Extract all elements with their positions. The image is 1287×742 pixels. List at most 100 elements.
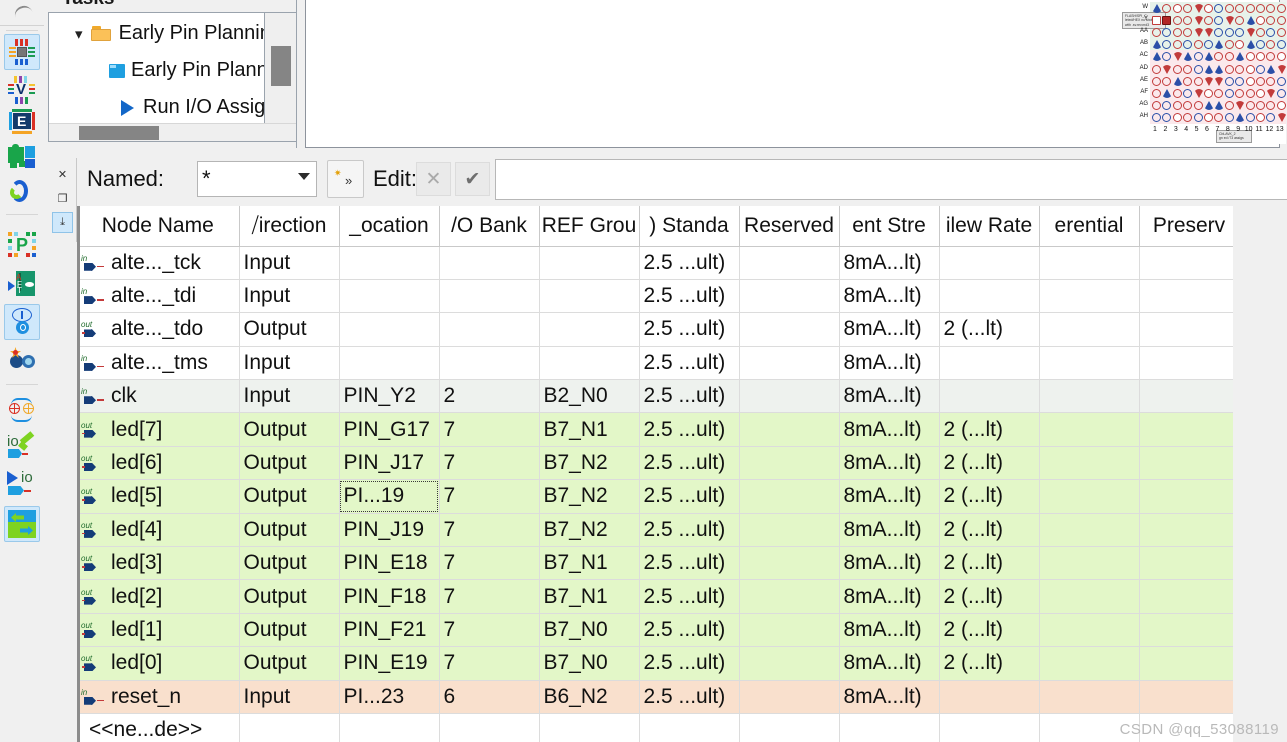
table-header-slew-rate[interactable]: ilew Rate xyxy=(939,206,1040,247)
cell-vref[interactable]: B7_N2 xyxy=(539,479,640,514)
cell-node-name[interactable]: out led[1] xyxy=(77,613,240,648)
cell-io-std[interactable]: 2.5 ...ult) xyxy=(639,446,740,481)
package-pad[interactable] xyxy=(1152,76,1161,86)
cell-node-name[interactable]: in alte..._tms xyxy=(77,346,240,381)
cell-node-name[interactable]: in alte..._tck xyxy=(77,246,240,280)
cell-io-bank[interactable] xyxy=(439,346,540,381)
filter-wildcard-button[interactable]: ✷ » xyxy=(327,160,364,198)
package-pad[interactable] xyxy=(1162,76,1172,86)
cell-preserve[interactable] xyxy=(1139,479,1233,514)
package-pad[interactable] xyxy=(1224,112,1234,122)
cell-slew[interactable]: 2 (...lt) xyxy=(939,513,1040,548)
cell-preserve[interactable] xyxy=(1139,346,1233,381)
cell-location[interactable] xyxy=(339,713,440,742)
package-pad[interactable] xyxy=(1245,112,1255,122)
cell-slew[interactable]: 2 (...lt) xyxy=(939,646,1040,681)
package-pad[interactable] xyxy=(1193,40,1203,50)
table-row[interactable]: in clk Input PIN_Y2 2 B2_N0 2.5 ...ult) 8mA...l… xyxy=(77,379,1233,414)
cell-io-std[interactable] xyxy=(639,713,740,742)
cell-io-bank[interactable]: 6 xyxy=(439,680,540,714)
cell-current[interactable]: 8mA...lt) xyxy=(839,312,940,347)
package-pad[interactable] xyxy=(1172,112,1182,122)
package-pad[interactable] xyxy=(1204,64,1214,74)
table-header-location[interactable]: _ocation xyxy=(339,206,440,247)
cell-preserve[interactable] xyxy=(1139,412,1233,447)
cell-reserved[interactable] xyxy=(739,412,840,447)
cell-io-std[interactable]: 2.5 ...ult) xyxy=(639,579,740,614)
cell-vref[interactable]: B7_N1 xyxy=(539,579,640,614)
panel-splitter[interactable] xyxy=(296,0,304,148)
cell-io-std[interactable]: 2.5 ...ult) xyxy=(639,279,740,314)
table-row[interactable]: out led[6] Output PIN_J17 7 B7_N2 2.5 ...ult) 8… xyxy=(77,446,1233,481)
cell-location[interactable] xyxy=(339,279,440,314)
cell-node-name[interactable]: out led[4] xyxy=(77,513,240,548)
cell-vref[interactable]: B2_N0 xyxy=(539,379,640,414)
rail-item-chip-planner[interactable] xyxy=(4,34,40,70)
table-header-i-o-bank[interactable]: /O Bank xyxy=(439,206,540,247)
cell-diff[interactable] xyxy=(1039,513,1140,548)
package-pad[interactable] xyxy=(1256,64,1265,74)
cell-io-std[interactable]: 2.5 ...ult) xyxy=(639,412,740,447)
cell-vref[interactable]: B7_N2 xyxy=(539,446,640,481)
cell-preserve[interactable] xyxy=(1139,680,1233,714)
package-pad[interactable] xyxy=(1193,112,1203,122)
cell-io-bank[interactable] xyxy=(439,713,540,742)
cell-node-name[interactable]: out led[7] xyxy=(77,412,240,447)
rail-item-export-pin-assignments[interactable] xyxy=(4,506,40,542)
package-pad[interactable] xyxy=(1162,64,1173,74)
package-pad[interactable] xyxy=(1256,88,1265,98)
cell-direction[interactable]: Input xyxy=(239,279,340,314)
cell-slew[interactable] xyxy=(939,713,1040,742)
named-filter-combobox[interactable]: * xyxy=(197,161,317,197)
cell-slew[interactable] xyxy=(939,379,1040,414)
cell-reserved[interactable] xyxy=(739,279,840,314)
cell-slew[interactable]: 2 (...lt) xyxy=(939,579,1040,614)
table-row[interactable]: out led[7] Output PIN_G17 7 B7_N1 2.5 ...ult) 8… xyxy=(77,412,1233,447)
cell-io-std[interactable]: 2.5 ...ult) xyxy=(639,613,740,648)
cell-diff[interactable] xyxy=(1039,379,1140,414)
cell-slew[interactable] xyxy=(939,246,1040,280)
table-header-direction[interactable]: ⧸irection xyxy=(239,206,340,247)
package-pad[interactable] xyxy=(1256,112,1265,122)
cell-slew[interactable] xyxy=(939,680,1040,714)
package-pad[interactable] xyxy=(1224,16,1235,26)
table-header-differential-pair[interactable]: erential xyxy=(1039,206,1140,247)
cell-direction[interactable]: Output xyxy=(239,312,340,347)
cell-vref[interactable]: B7_N1 xyxy=(539,412,640,447)
cell-direction[interactable]: Input xyxy=(239,246,340,280)
edit-cancel-button[interactable]: ✕ xyxy=(416,162,451,196)
all-pins-table[interactable]: Node Name ⧸irection _ocation/O Bank REF Gro… xyxy=(77,206,1233,742)
cell-node-name[interactable]: out led[5] xyxy=(77,479,240,514)
cell-current[interactable]: 8mA...lt) xyxy=(839,613,940,648)
table-header-reserved[interactable]: Reserved xyxy=(739,206,840,247)
table-header-preserve[interactable]: Preserv xyxy=(1139,206,1233,247)
tasks-vertical-scroll-thumb[interactable] xyxy=(271,46,291,86)
package-pad[interactable] xyxy=(1204,112,1213,122)
package-pad[interactable] xyxy=(1245,100,1255,110)
package-pad[interactable] xyxy=(1172,4,1182,13)
cell-diff[interactable] xyxy=(1039,646,1140,681)
cell-direction[interactable]: Output xyxy=(239,513,340,548)
table-row[interactable]: out led[3] Output PIN_E18 7 B7_N1 2.5 ...ult) 8… xyxy=(77,546,1233,581)
package-pad[interactable] xyxy=(1152,4,1162,13)
cell-direction[interactable]: Output xyxy=(239,646,340,681)
package-pad[interactable] xyxy=(1224,88,1234,98)
package-pad[interactable] xyxy=(1183,88,1193,98)
cell-current[interactable]: 8mA...lt) xyxy=(839,446,940,481)
tasks-horizontal-scroll-thumb[interactable] xyxy=(79,126,159,140)
package-pad[interactable] xyxy=(1256,100,1265,110)
package-pad[interactable] xyxy=(1245,52,1255,62)
cell-io-bank[interactable] xyxy=(439,279,540,314)
rail-item-package-planner[interactable]: P xyxy=(4,228,40,264)
cell-preserve[interactable] xyxy=(1139,646,1233,681)
package-pad[interactable] xyxy=(1266,76,1276,86)
cell-io-std[interactable]: 2.5 ...ult) xyxy=(639,680,740,714)
package-pad[interactable] xyxy=(1276,4,1286,13)
table-row[interactable]: in alte..._tdi Input 2.5 ...ult) 8mA...lt) xyxy=(77,279,1233,314)
table-row[interactable]: out led[5] Output PI...19 7 B7_N2 2.5 ...ult) 8… xyxy=(77,479,1233,514)
cell-reserved[interactable] xyxy=(739,579,840,614)
package-pad[interactable] xyxy=(1183,64,1193,74)
cell-current[interactable]: 8mA...lt) xyxy=(839,546,940,581)
rail-item-update-assignments[interactable] xyxy=(4,392,40,428)
cell-io-bank[interactable]: 7 xyxy=(439,513,540,548)
